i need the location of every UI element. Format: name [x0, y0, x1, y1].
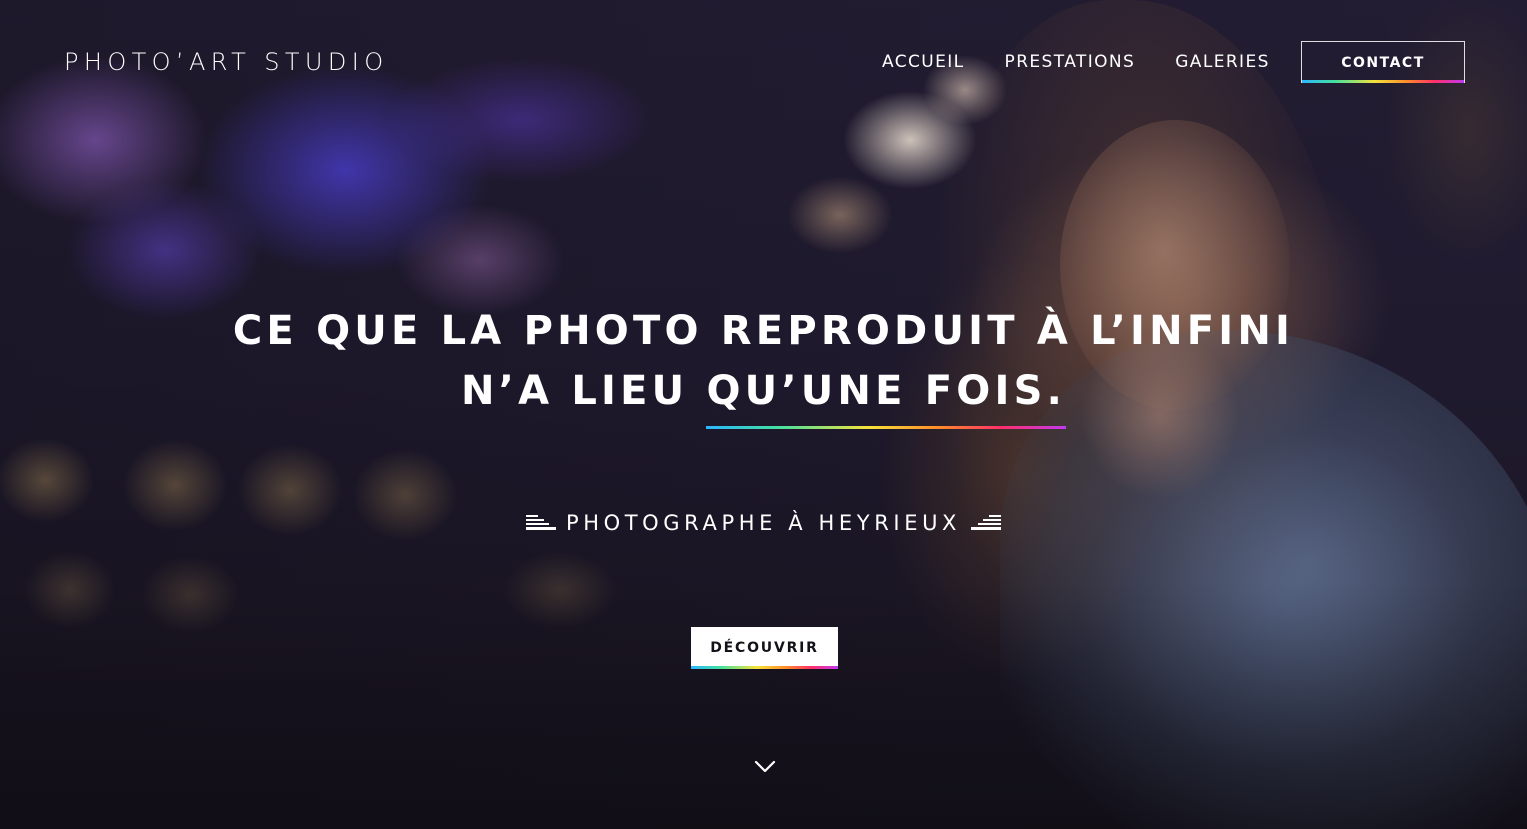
hero-subtitle: PHOTOGRAPHE À HEYRIEUX [0, 509, 1527, 537]
headline-highlight: QU’UNE FOIS. [706, 361, 1066, 429]
main-nav: ACCUEIL PRESTATIONS GALERIES [882, 41, 1310, 83]
contact-button-underline [1302, 80, 1464, 83]
discover-button-label: DÉCOUVRIR [710, 640, 819, 656]
headline-highlight-text: QU’UNE FOIS. [706, 368, 1066, 414]
stripes-left-icon [525, 515, 556, 530]
headline-line-2: N’A LIEU QU’UNE FOIS. [0, 361, 1527, 429]
site-logo[interactable]: PHOTOʼART STUDIO [64, 46, 389, 78]
contact-button-label: CONTACT [1341, 54, 1425, 71]
headline-line-1: CE QUE LA PHOTO REPRODUIT À L’INFINI [232, 308, 1295, 354]
nav-item-prestations[interactable]: PRESTATIONS [1005, 52, 1136, 72]
headline-line-2-prefix: N’A LIEU [461, 368, 707, 414]
headline-underline [706, 426, 1066, 429]
discover-button[interactable]: DÉCOUVRIR [691, 627, 838, 669]
contact-button[interactable]: CONTACT [1301, 41, 1465, 83]
nav-item-galeries[interactable]: GALERIES [1175, 52, 1270, 72]
chevron-down-icon[interactable] [753, 757, 777, 775]
subtitle-text: PHOTOGRAPHE À HEYRIEUX [565, 511, 962, 535]
nav-item-accueil[interactable]: ACCUEIL [882, 52, 965, 72]
hero-headline: CE QUE LA PHOTO REPRODUIT À L’INFINI N’A… [0, 301, 1527, 429]
discover-button-underline [691, 666, 838, 669]
stripes-right-icon [971, 515, 1002, 530]
